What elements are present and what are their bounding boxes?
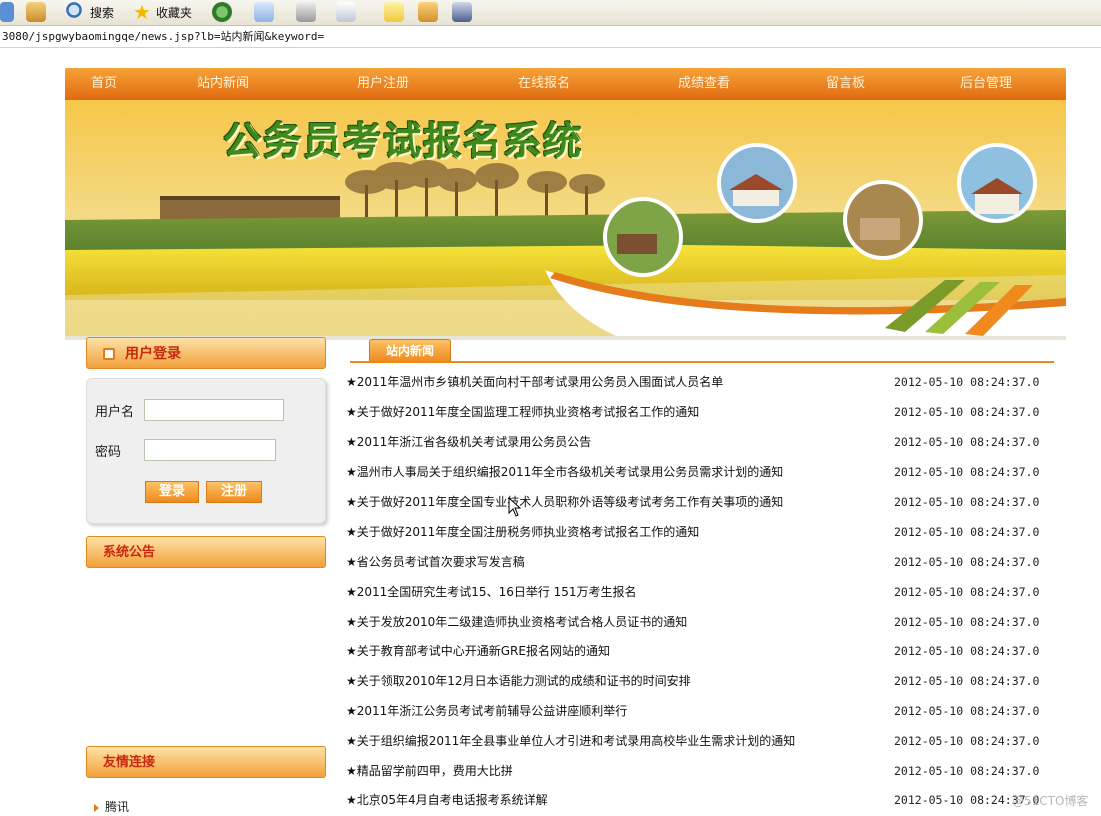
news-title-link[interactable]: ★2011年温州市乡镇机关面向村干部考试录用公务员入围面试人员名单 — [346, 374, 723, 390]
friend-links-header: 友情连接 — [86, 746, 326, 778]
password-input[interactable] — [144, 439, 276, 461]
news-divider — [350, 361, 1054, 363]
news-title-link[interactable]: ★关于领取2010年12月日本语能力测试的成绩和证书的时间安排 — [346, 673, 691, 689]
news-title-link[interactable]: ★2011年浙江公务员考试考前辅导公益讲座顺利举行 — [346, 703, 627, 719]
favorites-toolbar-button[interactable]: ★ 收藏夹 — [132, 1, 192, 23]
main-nav: 首页 站内新闻 用户注册 在线报名 成绩查看 留言板 后台管理 — [65, 68, 1066, 100]
news-row: ★关于做好2011年度全国专业技术人员职称外语等级考试考务工作有关事项的通知 2… — [346, 494, 1040, 524]
news-row: ★关于教育部考试中心开通新GRE报名网站的通知 2012-05-10 08:24… — [346, 643, 1040, 673]
login-header: 用户登录 — [86, 337, 326, 369]
password-label: 密码 — [95, 445, 122, 460]
news-date: 2012-05-10 08:24:37.0 — [894, 644, 1040, 658]
news-title-link[interactable]: ★关于做好2011年度全国注册税务师执业资格考试报名工作的通知 — [346, 524, 699, 540]
news-title-link[interactable]: ★关于教育部考试中心开通新GRE报名网站的通知 — [346, 643, 610, 659]
news-date: 2012-05-10 08:24:37.0 — [894, 435, 1040, 449]
home-icon[interactable] — [26, 1, 50, 23]
search-icon — [66, 2, 86, 22]
news-row: ★关于组织编报2011年全县事业单位人才引进和考试录用高校毕业生需求计划的通知 … — [346, 733, 1040, 763]
news-row: ★温州市人事局关于组织编报2011年全市各级机关考试录用公务员需求计划的通知 2… — [346, 464, 1040, 494]
print-icon[interactable] — [296, 1, 320, 23]
news-row: ★2011年浙江公务员考试考前辅导公益讲座顺利举行 2012-05-10 08:… — [346, 703, 1040, 733]
folder-icon[interactable] — [418, 1, 442, 23]
friend-link-item[interactable]: 腾讯 — [105, 800, 129, 814]
login-heading: 用户登录 — [125, 346, 181, 362]
news-date: 2012-05-10 08:24:37.0 — [894, 585, 1040, 599]
announcement-heading: 系统公告 — [103, 545, 156, 560]
news-date: 2012-05-10 08:24:37.0 — [894, 674, 1040, 688]
news-date: 2012-05-10 08:24:37.0 — [894, 495, 1040, 509]
login-box: 用户登录 — [86, 337, 326, 369]
nav-message-board[interactable]: 留言板 — [826, 68, 865, 100]
star-icon: ★ — [133, 0, 151, 24]
news-date: 2012-05-10 08:24:37.0 — [894, 375, 1040, 389]
history-icon[interactable] — [212, 1, 236, 23]
research-icon[interactable] — [452, 1, 476, 23]
nav-admin[interactable]: 后台管理 — [960, 68, 1012, 100]
news-title-link[interactable]: ★关于做好2011年度全国监理工程师执业资格考试报名工作的通知 — [346, 404, 699, 420]
news-row: ★省公务员考试首次要求写发言稿 2012-05-10 08:24:37.0 — [346, 554, 1040, 584]
mouse-cursor-icon — [508, 497, 522, 517]
friend-links-list: 腾讯 — [94, 798, 129, 815]
news-row: ★2011年浙江省各级机关考试录用公务员公告 2012-05-10 08:24:… — [346, 434, 1040, 464]
nav-site-news[interactable]: 站内新闻 — [197, 68, 249, 100]
address-bar[interactable]: 3080/jspgwybaomingqe/news.jsp?lb=站内新闻&ke… — [0, 26, 1101, 48]
username-label: 用户名 — [95, 405, 135, 420]
news-date: 2012-05-10 08:24:37.0 — [894, 465, 1040, 479]
register-button[interactable]: 注册 — [206, 481, 262, 503]
login-header-icon — [103, 348, 115, 360]
friend-links-heading: 友情连接 — [103, 755, 156, 770]
nav-score-view[interactable]: 成绩查看 — [678, 68, 730, 100]
news-date: 2012-05-10 08:24:37.0 — [894, 734, 1040, 748]
note-icon[interactable] — [384, 1, 408, 23]
news-title-link[interactable]: ★省公务员考试首次要求写发言稿 — [346, 554, 525, 570]
news-row: ★2011年温州市乡镇机关面向村干部考试录用公务员入围面试人员名单 2012-0… — [346, 374, 1040, 404]
edit-icon[interactable] — [336, 1, 360, 23]
news-date: 2012-05-10 08:24:37.0 — [894, 704, 1040, 718]
nav-user-register[interactable]: 用户注册 — [357, 68, 409, 100]
news-date: 2012-05-10 08:24:37.0 — [894, 525, 1040, 539]
news-title-link[interactable]: ★关于做好2011年度全国专业技术人员职称外语等级考试考务工作有关事项的通知 — [346, 494, 783, 510]
news-row: ★精品留学前四甲，费用大比拼 2012-05-10 08:24:37.0 — [346, 763, 1040, 793]
news-row: ★北京05年4月自考电话报考系统详解 2012-05-10 08:24:37.0 — [346, 792, 1039, 814]
banner: 公务员考试报名系统 — [65, 100, 1066, 340]
news-row: ★关于领取2010年12月日本语能力测试的成绩和证书的时间安排 2012-05-… — [346, 673, 1040, 703]
news-title-link[interactable]: ★关于组织编报2011年全县事业单位人才引进和考试录用高校毕业生需求计划的通知 — [346, 733, 795, 749]
news-date: 2012-05-10 08:24:37.0 — [894, 405, 1040, 419]
login-panel: 用户名 密码 登录 注册 — [86, 378, 326, 524]
username-input[interactable] — [144, 399, 284, 421]
browser-toolbar: 搜索 ★ 收藏夹 — [0, 0, 1101, 26]
back-icon[interactable] — [0, 1, 18, 23]
news-row: ★2011全国研究生考试15、16日举行 151万考生报名 2012-05-10… — [346, 584, 1040, 614]
arrow-right-icon — [94, 803, 99, 812]
announcement-box: 系统公告 — [86, 536, 326, 568]
news-title-link[interactable]: ★精品留学前四甲，费用大比拼 — [346, 763, 513, 779]
nav-online-signup[interactable]: 在线报名 — [518, 68, 570, 100]
news-date: 2012-05-10 08:24:37.0 — [894, 764, 1040, 778]
nav-home[interactable]: 首页 — [91, 68, 117, 100]
news-row: ★关于发放2010年二级建造师执业资格考试合格人员证书的通知 2012-05-1… — [346, 614, 1040, 644]
news-date: 2012-05-10 08:24:37.0 — [894, 555, 1040, 569]
news-title-link[interactable]: ★关于发放2010年二级建造师执业资格考试合格人员证书的通知 — [346, 614, 687, 630]
mail-icon[interactable] — [254, 1, 278, 23]
search-toolbar-label: 搜索 — [90, 5, 115, 20]
news-date: 2012-05-10 08:24:37.0 — [894, 615, 1040, 629]
news-title-link[interactable]: ★2011全国研究生考试15、16日举行 151万考生报名 — [346, 584, 637, 600]
search-toolbar-button[interactable]: 搜索 — [66, 1, 114, 23]
news-row: ★关于做好2011年度全国监理工程师执业资格考试报名工作的通知 2012-05-… — [346, 404, 1040, 434]
favorites-toolbar-label: 收藏夹 — [156, 5, 193, 20]
news-row: ★关于做好2011年度全国注册税务师执业资格考试报名工作的通知 2012-05-… — [346, 524, 1040, 554]
login-button[interactable]: 登录 — [145, 481, 199, 503]
news-title-link[interactable]: ★2011年浙江省各级机关考试录用公务员公告 — [346, 434, 591, 450]
announcement-header: 系统公告 — [86, 536, 326, 568]
banner-title: 公务员考试报名系统 — [222, 118, 583, 163]
news-tab[interactable]: 站内新闻 — [369, 339, 451, 363]
friend-links-box: 友情连接 — [86, 746, 326, 778]
news-title-link[interactable]: ★温州市人事局关于组织编报2011年全市各级机关考试录用公务员需求计划的通知 — [346, 464, 783, 480]
news-title-link[interactable]: ★北京05年4月自考电话报考系统详解 — [346, 792, 548, 808]
watermark: @51CTO博客 — [1012, 794, 1089, 808]
